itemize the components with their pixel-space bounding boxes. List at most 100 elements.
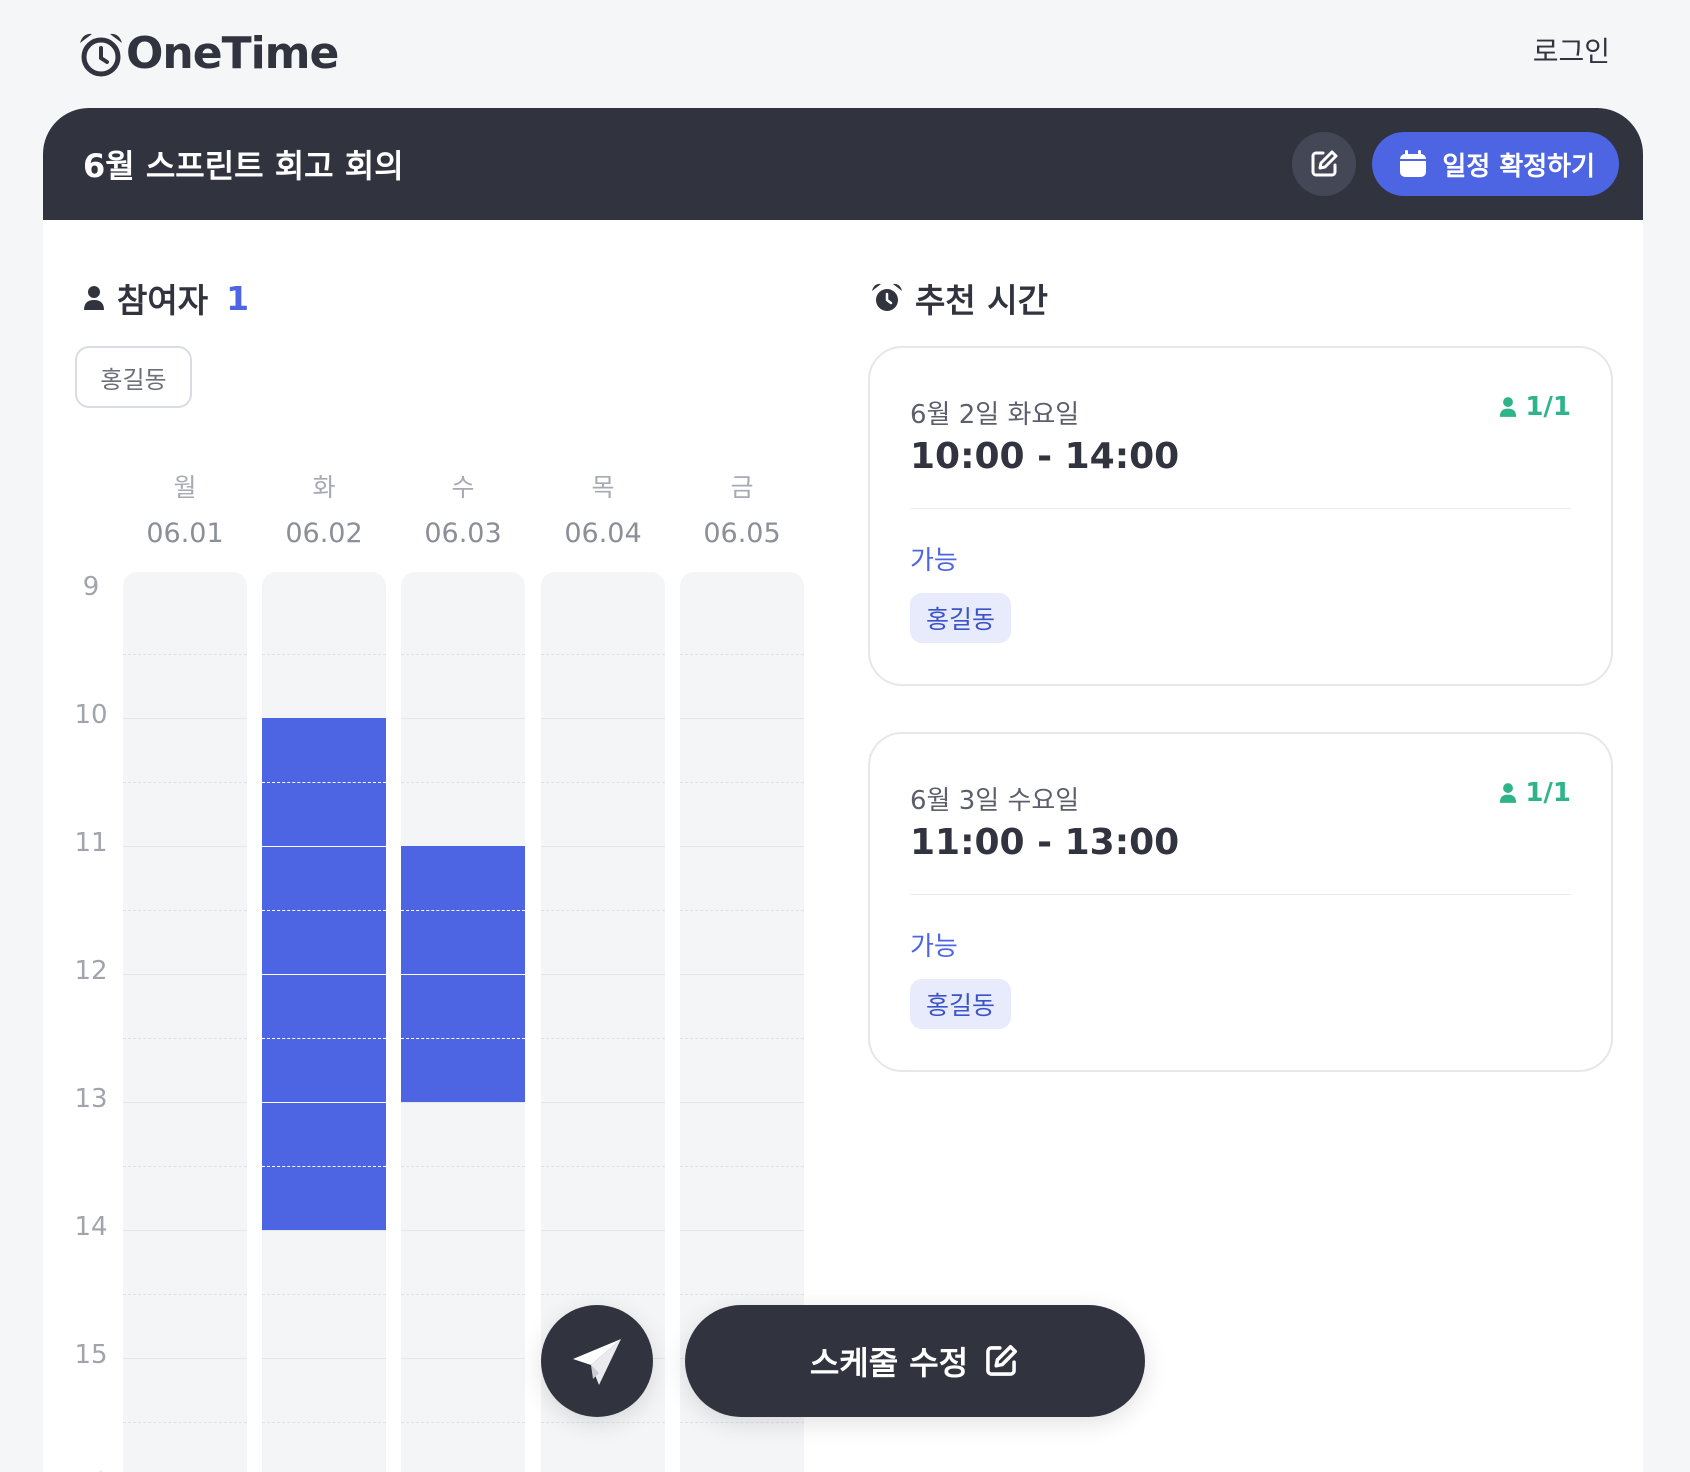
- app-name: OneTime: [126, 28, 339, 79]
- rec-count: 1/1: [1499, 778, 1571, 808]
- grid-line: [123, 1294, 247, 1295]
- day-column[interactable]: [262, 572, 386, 1472]
- grid-line: [401, 1166, 525, 1167]
- slot-divider: [401, 910, 525, 911]
- edit-event-button[interactable]: [1292, 132, 1357, 196]
- slot-divider: [262, 782, 386, 783]
- day-name: 목: [591, 473, 615, 502]
- grid-line: [680, 654, 804, 655]
- grid-line: [123, 1230, 247, 1231]
- day-date: 06.01: [146, 518, 224, 549]
- grid-line: [123, 782, 247, 783]
- day-name: 화: [312, 473, 336, 502]
- grid-line: [123, 718, 247, 719]
- paper-plane-icon: [573, 1339, 621, 1385]
- hour-label: 11: [74, 828, 108, 858]
- hour-label: 9: [82, 572, 100, 602]
- alarm-clock-icon: [872, 283, 902, 311]
- slot-divider: [262, 1166, 386, 1167]
- grid-line: [680, 1102, 804, 1103]
- login-link[interactable]: 로그인: [1533, 30, 1610, 70]
- grid-line: [123, 846, 247, 847]
- rec-member-chip: 홍길동: [910, 593, 1012, 643]
- grid-line: [123, 1358, 247, 1359]
- grid-line: [541, 1166, 665, 1167]
- rec-divider: [910, 508, 1571, 509]
- day-date: 06.04: [564, 518, 642, 549]
- grid-line: [680, 782, 804, 783]
- slot-divider: [262, 910, 386, 911]
- day-header: 금 06.05: [680, 468, 804, 549]
- day-column[interactable]: [401, 572, 525, 1472]
- event-title: 6월 스프린트 회고 회의: [83, 147, 404, 185]
- hour-label: 16: [71, 1468, 111, 1472]
- rec-count: 1/1: [1499, 392, 1571, 422]
- hour-label: 12: [74, 956, 108, 986]
- participant-chip[interactable]: 홍길동: [75, 346, 192, 408]
- confirm-schedule-button[interactable]: 일정 확정하기: [1372, 132, 1619, 196]
- recommendation-card[interactable]: 6월 2일 화요일 1/1 10:00 - 14:00 가능 홍길동: [868, 346, 1613, 686]
- grid-line: [262, 1230, 386, 1231]
- grid-line: [401, 1294, 525, 1295]
- grid-line: [680, 1166, 804, 1167]
- header-actions: 일정 확정하기: [1292, 132, 1619, 196]
- rec-count-value: 1/1: [1525, 778, 1571, 808]
- grid-line: [680, 1038, 804, 1039]
- recommend-heading: 추천 시간: [871, 274, 1048, 322]
- grid-line: [123, 910, 247, 911]
- event-card: 6월 스프린트 회고 회의 일정 확정하기 참여자 1 홍길동 월 06.01 …: [43, 108, 1643, 1472]
- edit-icon: [1311, 150, 1338, 177]
- grid-line: [541, 1230, 665, 1231]
- person-icon: [1500, 397, 1517, 417]
- grid-line: [123, 1166, 247, 1167]
- grid-line: [123, 1422, 247, 1423]
- grid-line: [541, 974, 665, 975]
- rec-divider: [910, 894, 1571, 895]
- alarm-clock-icon: [80, 33, 122, 76]
- day-date: 06.02: [285, 518, 363, 549]
- grid-line: [541, 718, 665, 719]
- rec-member-chip: 홍길동: [910, 979, 1012, 1029]
- recommendation-card[interactable]: 6월 3일 수요일 1/1 11:00 - 13:00 가능 홍길동: [868, 732, 1613, 1072]
- grid-line: [123, 654, 247, 655]
- day-header: 수 06.03: [401, 468, 525, 549]
- grid-line: [401, 1422, 525, 1423]
- rec-count-value: 1/1: [1525, 392, 1571, 422]
- grid-line: [541, 1422, 665, 1423]
- grid-line: [401, 1230, 525, 1231]
- hour-label: 13: [74, 1084, 108, 1114]
- day-name: 수: [451, 473, 475, 502]
- day-date: 06.03: [424, 518, 502, 549]
- available-time-block[interactable]: [262, 718, 386, 1230]
- grid-line: [262, 1358, 386, 1359]
- grid-line: [401, 654, 525, 655]
- grid-line: [541, 1038, 665, 1039]
- grid-line: [262, 654, 386, 655]
- day-name: 월: [173, 473, 197, 502]
- grid-line: [123, 974, 247, 975]
- participants-count: 1: [226, 278, 250, 318]
- slot-divider: [401, 974, 525, 975]
- day-header: 목 06.04: [541, 468, 665, 549]
- available-time-block[interactable]: [401, 846, 525, 1102]
- rec-available-label: 가능: [910, 546, 958, 576]
- grid-line: [401, 718, 525, 719]
- app-logo[interactable]: OneTime: [78, 28, 339, 79]
- grid-line: [680, 1230, 804, 1231]
- share-button[interactable]: [541, 1305, 653, 1417]
- day-name: 금: [730, 473, 754, 502]
- participants-label: 참여자: [117, 281, 209, 320]
- grid-line: [541, 846, 665, 847]
- day-date: 06.05: [703, 518, 781, 549]
- grid-line: [541, 782, 665, 783]
- edit-schedule-label: 스케줄 수정: [809, 1344, 969, 1382]
- grid-line: [401, 1102, 525, 1103]
- slot-divider: [262, 846, 386, 847]
- event-header: 6월 스프린트 회고 회의 일정 확정하기: [43, 108, 1643, 220]
- rec-date: 6월 2일 화요일: [910, 400, 1080, 430]
- participants-heading: 참여자 1: [83, 274, 249, 322]
- grid-line: [123, 1038, 247, 1039]
- rec-date: 6월 3일 수요일: [910, 786, 1080, 816]
- day-column[interactable]: [123, 572, 247, 1472]
- edit-schedule-button[interactable]: 스케줄 수정: [685, 1305, 1145, 1417]
